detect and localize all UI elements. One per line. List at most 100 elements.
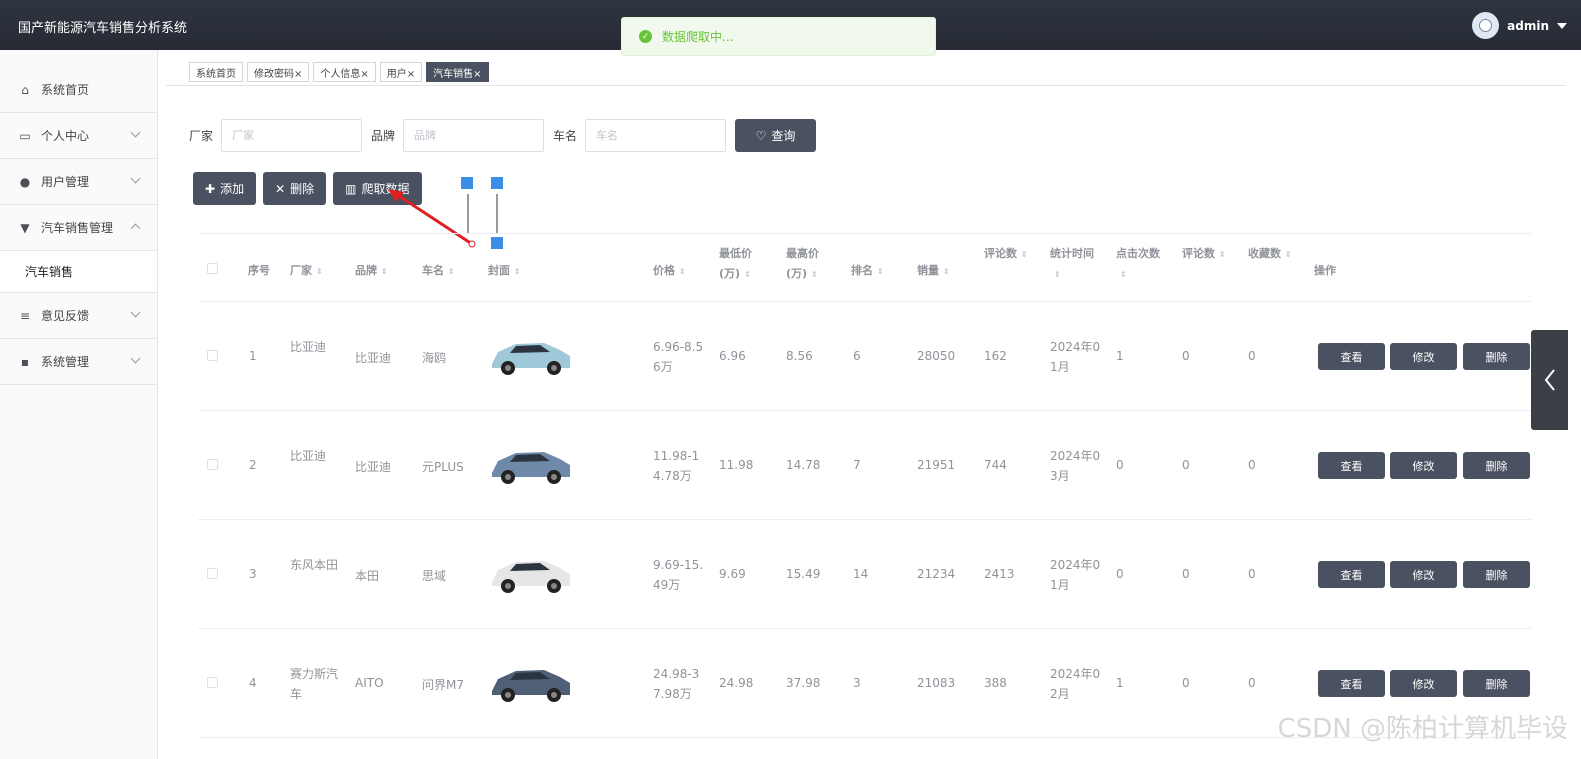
sort-icon[interactable]: ⇕ bbox=[1021, 245, 1028, 265]
header-maker-label: 厂家 bbox=[290, 264, 312, 277]
row-checkbox[interactable] bbox=[207, 677, 218, 688]
close-icon: ✕ bbox=[275, 181, 286, 196]
brand-input[interactable] bbox=[403, 119, 545, 152]
cell-high-price: 37.98 bbox=[786, 676, 821, 690]
chevron-left-icon bbox=[1544, 369, 1555, 391]
add-button[interactable]: ✚ 添加 bbox=[193, 172, 257, 205]
cell-name: 元PLUS bbox=[422, 460, 464, 474]
cell-favs: 0 bbox=[1248, 567, 1256, 581]
delete-button[interactable]: ✕ 删除 bbox=[263, 172, 327, 205]
cell-clicks: 0 bbox=[1116, 567, 1124, 581]
view-button[interactable]: 查看 bbox=[1318, 561, 1385, 588]
sidebar-item-system[interactable]: ▪ 系统管理 bbox=[0, 339, 157, 385]
header-index: 序号 bbox=[248, 264, 270, 277]
user-icon: ● bbox=[19, 174, 31, 189]
header-brand-label: 品牌 bbox=[355, 264, 377, 277]
name-input[interactable] bbox=[585, 119, 727, 152]
cell-rank: 3 bbox=[853, 676, 861, 690]
tab-change-password[interactable]: 修改密码× bbox=[247, 62, 310, 82]
edit-button[interactable]: 修改 bbox=[1390, 343, 1457, 370]
row-checkbox[interactable] bbox=[207, 459, 218, 470]
cell-favs: 0 bbox=[1248, 458, 1256, 472]
header-price[interactable]: 价格 ⇕ bbox=[653, 262, 686, 278]
cell-time: 2024年01月 bbox=[1050, 558, 1101, 592]
sort-icon[interactable]: ⇕ bbox=[1120, 265, 1127, 285]
sidebar-item-home[interactable]: ⌂ 系统首页 bbox=[0, 67, 157, 113]
tab-users[interactable]: 用户× bbox=[379, 62, 423, 82]
cell-clicks: 1 bbox=[1116, 349, 1124, 363]
delete-row-button[interactable]: 删除 bbox=[1463, 561, 1530, 588]
header-reviews[interactable]: 评论数 ⇕ bbox=[984, 244, 1036, 265]
cell-rank: 7 bbox=[853, 458, 861, 472]
header-reviews2[interactable]: 评论数 ⇕ bbox=[1182, 244, 1234, 265]
sidebar-item-label: 系统管理 bbox=[41, 355, 90, 369]
sidebar-item-car-sales-mgmt[interactable]: ▼ 汽车销售管理 bbox=[0, 205, 157, 251]
list-icon: ≡ bbox=[19, 308, 31, 323]
header-low[interactable]: 最低价(万) ⇕ bbox=[719, 244, 771, 285]
select-all-checkbox[interactable] bbox=[207, 263, 218, 274]
header-maker[interactable]: 厂家 ⇕ bbox=[290, 262, 323, 278]
crawl-label: 爬取数据 bbox=[361, 182, 410, 196]
header-name[interactable]: 车名 ⇕ bbox=[422, 262, 455, 278]
caret-down-icon[interactable] bbox=[1557, 22, 1567, 29]
crawl-button[interactable]: ▥ 爬取数据 bbox=[333, 172, 422, 205]
header-favs[interactable]: 收藏数 ⇕ bbox=[1248, 244, 1300, 265]
header-rank[interactable]: 排名 ⇕ bbox=[851, 262, 884, 278]
delete-row-button[interactable]: 删除 bbox=[1463, 343, 1530, 370]
avatar[interactable] bbox=[1472, 12, 1500, 39]
edit-button[interactable]: 修改 bbox=[1390, 452, 1457, 479]
maker-input[interactable] bbox=[221, 119, 363, 152]
cell-rank: 6 bbox=[853, 349, 861, 363]
table-row: 2 比亚迪 比亚迪 元PLUS 11.98-14.78万 11.98 14.78 7 21951… bbox=[198, 411, 1531, 520]
header-clicks[interactable]: 点击次数 ⇕ bbox=[1116, 244, 1168, 285]
side-panel-toggle[interactable] bbox=[1531, 330, 1568, 430]
sort-icon[interactable]: ⇕ bbox=[1219, 245, 1226, 265]
delete-row-button[interactable]: 删除 bbox=[1463, 670, 1530, 697]
sidebar-item-profile[interactable]: ▭ 个人中心 bbox=[0, 113, 157, 159]
delete-row-button[interactable]: 删除 bbox=[1463, 452, 1530, 479]
sort-icon[interactable]: ⇕ bbox=[316, 267, 323, 276]
chevron-down-icon bbox=[130, 173, 141, 184]
query-button[interactable]: ♡ 查询 bbox=[735, 119, 817, 152]
row-checkbox[interactable] bbox=[207, 568, 218, 579]
user-name[interactable]: admin bbox=[1507, 19, 1549, 33]
chevron-down-icon bbox=[130, 307, 141, 318]
tab-profile[interactable]: 个人信息× bbox=[313, 62, 376, 82]
cell-high-price: 15.49 bbox=[786, 567, 821, 581]
sidebar-item-feedback[interactable]: ≡ 意见反馈 bbox=[0, 293, 157, 339]
header-sales[interactable]: 销量 ⇕ bbox=[917, 262, 950, 278]
cell-favs: 0 bbox=[1248, 349, 1256, 363]
user-menu[interactable]: admin bbox=[1472, 12, 1567, 39]
edit-button[interactable]: 修改 bbox=[1390, 561, 1457, 588]
sort-icon[interactable]: ⇕ bbox=[514, 267, 521, 276]
header-time-label: 统计时间 bbox=[1050, 247, 1094, 260]
sort-icon[interactable]: ⇕ bbox=[1054, 265, 1061, 285]
search-bar: 厂家 品牌 车名 ♡ 查询 bbox=[189, 119, 817, 152]
sort-icon[interactable]: ⇕ bbox=[679, 267, 686, 276]
cell-time: 2024年03月 bbox=[1050, 449, 1101, 483]
tab-car-sales[interactable]: 汽车销售× bbox=[426, 62, 489, 82]
header-time[interactable]: 统计时间 ⇕ bbox=[1050, 244, 1102, 285]
tab-home[interactable]: 系统首页 bbox=[189, 62, 243, 82]
header-cover-label: 封面 bbox=[488, 264, 510, 277]
cell-reviews2: 0 bbox=[1182, 458, 1190, 472]
sort-icon[interactable]: ⇕ bbox=[744, 265, 751, 285]
sidebar-item-users[interactable]: ● 用户管理 bbox=[0, 159, 157, 205]
header-cover[interactable]: 封面 ⇕ bbox=[488, 262, 521, 278]
car-cover-image bbox=[488, 326, 572, 385]
sort-icon[interactable]: ⇕ bbox=[381, 267, 388, 276]
sort-icon[interactable]: ⇕ bbox=[943, 267, 950, 276]
sidebar-subitem-car-sales[interactable]: 汽车销售 bbox=[0, 251, 157, 293]
sort-icon[interactable]: ⇕ bbox=[448, 267, 455, 276]
car-cover-image bbox=[488, 544, 572, 603]
header-high[interactable]: 最高价(万) ⇕ bbox=[786, 244, 838, 285]
sort-icon[interactable]: ⇕ bbox=[1285, 245, 1292, 265]
view-button[interactable]: 查看 bbox=[1318, 343, 1385, 370]
view-button[interactable]: 查看 bbox=[1318, 670, 1385, 697]
view-button[interactable]: 查看 bbox=[1318, 452, 1385, 479]
header-brand[interactable]: 品牌 ⇕ bbox=[355, 262, 388, 278]
sort-icon[interactable]: ⇕ bbox=[877, 267, 884, 276]
sort-icon[interactable]: ⇕ bbox=[811, 265, 818, 285]
row-checkbox[interactable] bbox=[207, 350, 218, 361]
edit-button[interactable]: 修改 bbox=[1390, 670, 1457, 697]
